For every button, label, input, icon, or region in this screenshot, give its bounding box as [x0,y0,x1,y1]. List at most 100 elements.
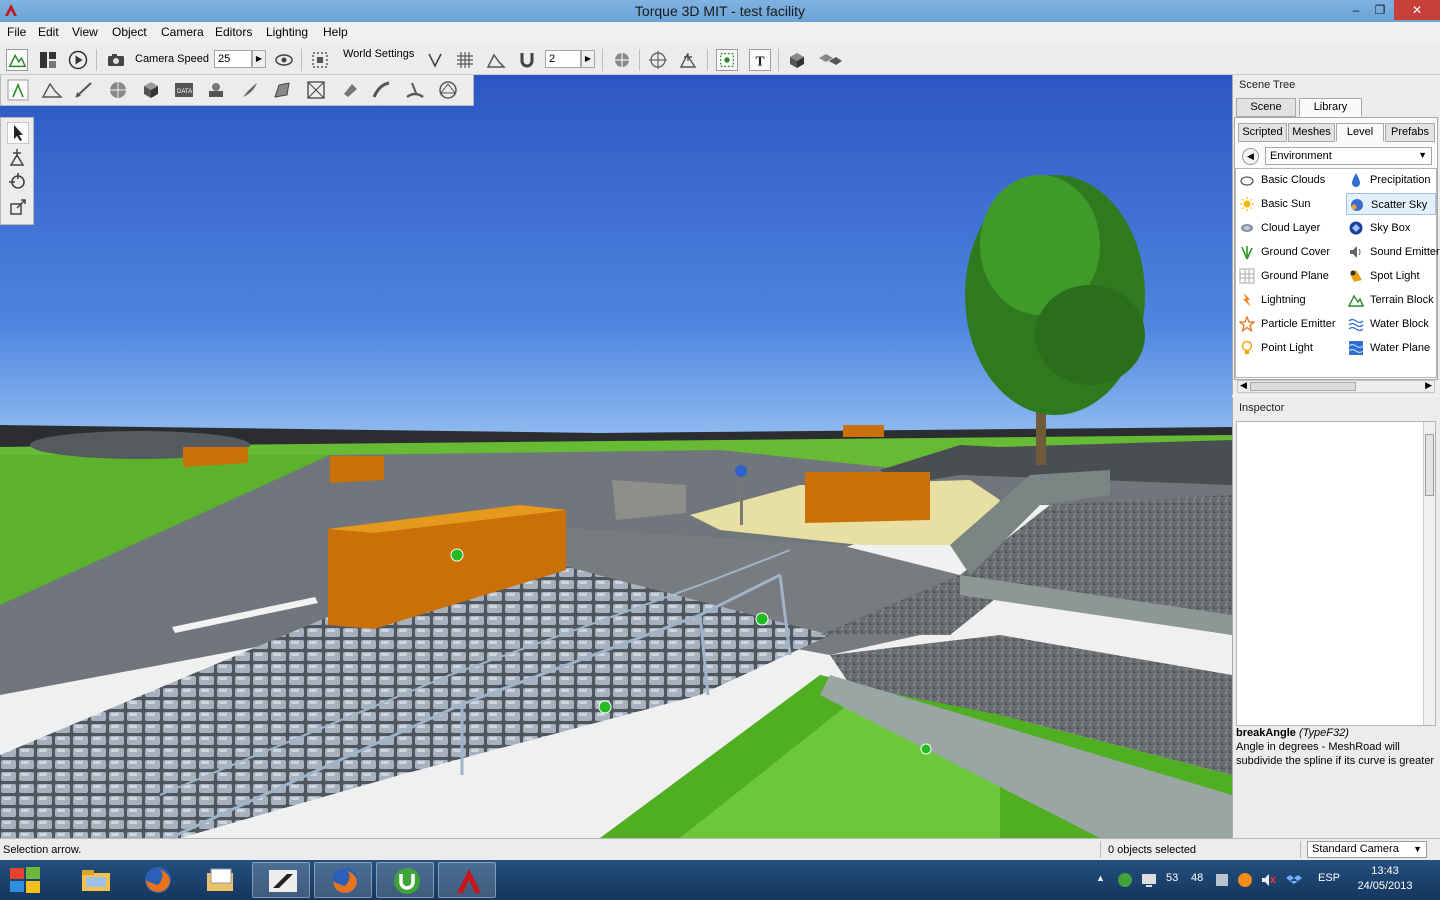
particle-editor-icon[interactable] [205,79,227,101]
forest-editor-icon[interactable] [239,79,261,101]
scroll-left-icon[interactable]: ◀ [1240,380,1247,391]
magnet-snap-icon[interactable] [516,49,538,71]
tab-level[interactable]: Level [1336,123,1384,142]
taskbar-torque3d[interactable] [438,862,496,898]
close-button[interactable]: ✕ [1394,0,1440,20]
list-item-basic-sun[interactable]: Basic Sun [1237,193,1343,215]
input-language[interactable]: ESP [1318,872,1340,884]
menu-help[interactable]: Help [323,25,348,39]
network-tray-icon[interactable] [1214,872,1230,888]
scroll-thumb[interactable] [1425,434,1434,496]
snap-settings-icon[interactable] [424,49,446,71]
utorrent-tray-icon[interactable] [1117,872,1133,888]
scroll-thumb[interactable] [1250,382,1356,391]
menu-lighting[interactable]: Lighting [266,25,308,39]
list-item-lightning[interactable]: Lightning [1237,289,1343,311]
road-editor-icon[interactable] [371,79,393,101]
object-drop-icon[interactable] [611,49,633,71]
list-item-terrain-block[interactable]: Terrain Block [1346,289,1436,311]
list-item-point-light[interactable]: Point Light [1237,337,1343,359]
grid-snap-icon[interactable] [454,49,476,71]
decal-editor-icon[interactable] [339,79,361,101]
scale-tool-icon[interactable] [7,196,29,218]
taskbar-explorer[interactable] [66,862,124,898]
list-item-precipitation[interactable]: Precipitation [1346,169,1436,191]
menu-file[interactable]: File [7,25,26,39]
camera-mode-select[interactable]: Standard Camera ▼ [1307,841,1427,858]
world-editor-icon[interactable] [6,49,28,71]
terrain-editor-icon[interactable] [41,79,63,101]
taskbar-utorrent[interactable] [376,862,434,898]
snap-size-spinner[interactable]: ▶ [581,50,595,68]
selection-arrow-icon[interactable] [7,122,29,144]
shape-editor-icon[interactable] [271,79,293,101]
world-settings-label[interactable]: World Settings [343,48,414,60]
inspector-field-area[interactable] [1236,421,1436,726]
tab-library[interactable]: Library [1299,98,1362,117]
move-tool-icon[interactable] [7,147,29,169]
gui-editor-icon[interactable] [37,49,59,71]
list-item-ground-cover[interactable]: Ground Cover [1237,241,1343,263]
tab-meshes[interactable]: Meshes [1288,123,1335,142]
fit-selection-icon[interactable] [309,49,331,71]
camera-icon[interactable] [105,49,127,71]
taskbar-remote-app[interactable] [252,862,310,898]
menu-editors[interactable]: Editors [215,25,252,39]
3d-viewport[interactable] [0,75,1232,838]
tab-scripted[interactable]: Scripted [1238,123,1287,142]
maximize-button[interactable]: ❐ [1366,0,1394,20]
list-item-cloud-layer[interactable]: Cloud Layer [1237,217,1343,239]
terrain-snap-icon[interactable] [485,49,507,71]
material-editor-icon[interactable] [107,79,129,101]
list-item-particle-emitter[interactable]: Particle Emitter [1237,313,1343,335]
library-back-button[interactable]: ◀ [1242,148,1259,165]
taskbar-file-manager[interactable] [190,862,248,898]
unprefab-icon[interactable] [816,49,844,71]
show-hidden-icons[interactable]: ▲ [1096,873,1105,883]
system-clock[interactable]: 13:43 24/05/2013 [1350,864,1420,894]
dropbox-tray-icon[interactable] [1286,872,1302,888]
library-horizontal-scrollbar[interactable]: ◀ ▶ [1237,380,1435,393]
sketch-tool-icon[interactable] [140,79,162,101]
datablock-editor-icon[interactable]: DATA [173,79,195,101]
visibility-eye-icon[interactable] [273,49,295,71]
list-item-water-plane[interactable]: Water Plane [1346,337,1436,359]
list-item-spot-light[interactable]: Spot Light [1346,265,1436,287]
avast-tray-icon[interactable] [1237,872,1253,888]
terrain-painter-icon[interactable] [73,79,95,101]
monitor-tray-icon[interactable] [1141,872,1157,888]
list-item-scatter-sky[interactable]: Scatter Sky [1346,193,1436,215]
play-game-icon[interactable] [67,49,89,71]
camera-speed-input[interactable] [214,50,252,68]
list-item-sound-emitter[interactable]: Sound Emitter [1346,241,1440,263]
menu-edit[interactable]: Edit [38,25,59,39]
rotate-tool-icon[interactable] [7,171,29,193]
selection-bounds-icon[interactable] [716,49,738,71]
object-editor-icon[interactable] [7,79,29,101]
world-transform-icon[interactable] [677,49,699,71]
camera-speed-spinner[interactable]: ▶ [252,50,266,68]
tab-scene[interactable]: Scene [1236,98,1296,117]
scene-render[interactable] [0,75,1232,838]
mission-area-icon[interactable] [305,79,327,101]
river-editor-icon[interactable] [404,79,426,101]
object-text-icon[interactable]: T [749,49,771,71]
list-item-ground-plane[interactable]: Ground Plane [1237,265,1343,287]
library-category-select[interactable]: Environment ▼ [1265,147,1432,165]
inspector-vertical-scrollbar[interactable] [1423,422,1435,725]
menu-view[interactable]: View [72,25,98,39]
tab-prefabs[interactable]: Prefabs [1385,123,1435,142]
navmesh-editor-icon[interactable] [437,79,459,101]
list-item-water-block[interactable]: Water Block [1346,313,1436,335]
list-item-sky-box[interactable]: Sky Box [1346,217,1436,239]
volume-tray-icon[interactable] [1260,872,1276,888]
start-button[interactable] [0,862,58,898]
center-pivot-icon[interactable] [647,49,669,71]
prefab-icon[interactable] [786,49,808,71]
menu-object[interactable]: Object [112,25,147,39]
list-item-basic-clouds[interactable]: Basic Clouds [1237,169,1343,191]
taskbar-firefox[interactable] [128,862,186,898]
taskbar-firefox-2[interactable] [314,862,372,898]
snap-size-input[interactable] [545,50,581,68]
scroll-right-icon[interactable]: ▶ [1425,380,1432,391]
